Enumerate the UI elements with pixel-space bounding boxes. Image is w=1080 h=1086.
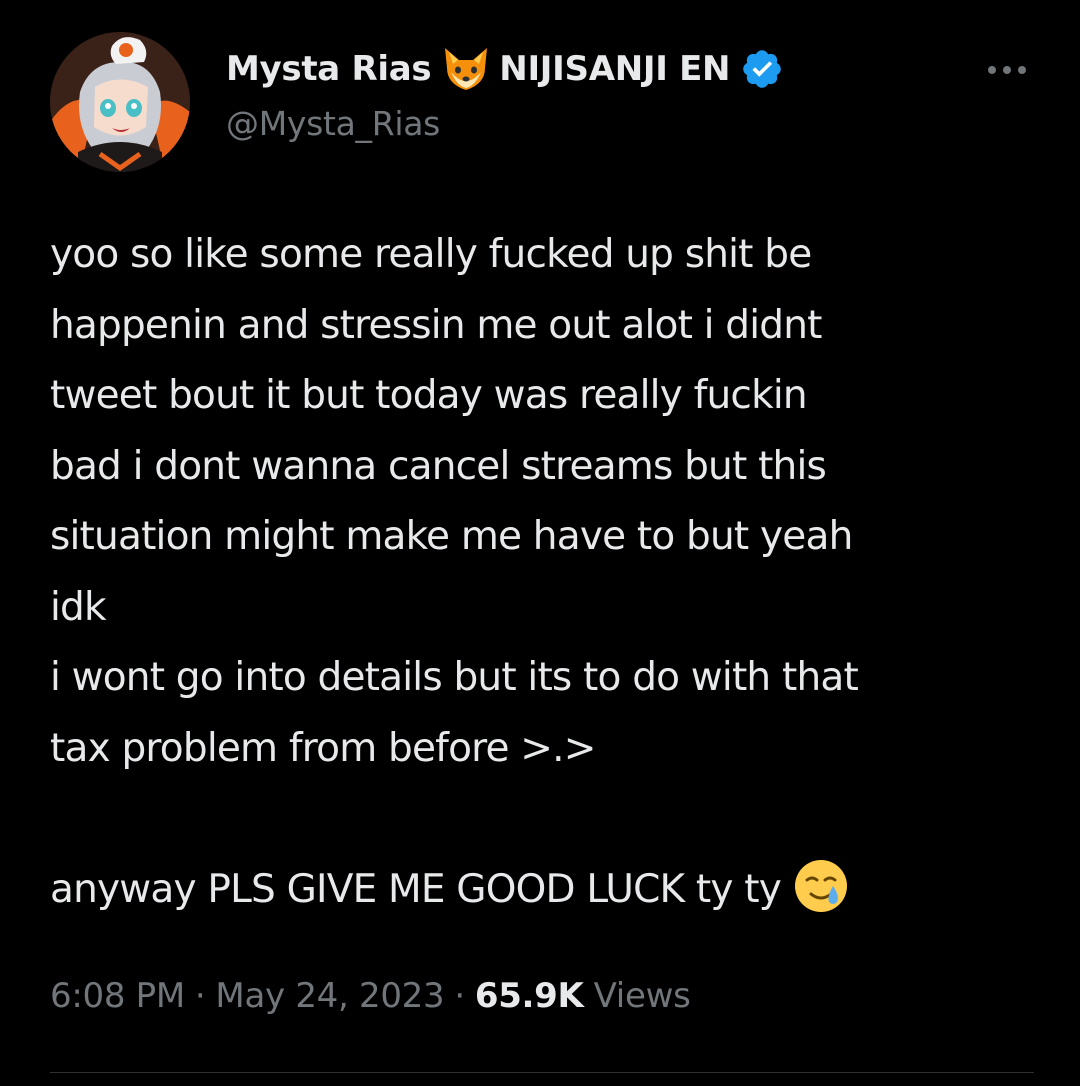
tweet-text-line: situation might make me have to but yeah bbox=[50, 514, 853, 559]
tweet-container: Mysta Rias NIJISANJI EN @Mysta_Rias yoo … bbox=[0, 0, 1080, 1086]
author-affiliation: NIJISANJI EN bbox=[499, 49, 731, 89]
tweet-text-last-line: anyway PLS GIVE ME GOOD LUCK ty ty bbox=[50, 855, 1040, 926]
tweet-text-line: bad i dont wanna cancel streams but this bbox=[50, 443, 827, 489]
tweet-date[interactable]: May 24, 2023 bbox=[215, 976, 444, 1016]
views-label[interactable]: Views bbox=[594, 976, 691, 1016]
tweet-text-line: yoo so like some really fucked up shit b… bbox=[50, 232, 812, 277]
tweet-text: yoo so like some really fucked up shit b… bbox=[50, 220, 1040, 925]
views-count[interactable]: 65.9K bbox=[475, 976, 584, 1016]
author-name-row[interactable]: Mysta Rias NIJISANJI EN bbox=[226, 44, 784, 94]
fox-icon bbox=[441, 46, 491, 92]
divider bbox=[50, 1072, 1034, 1073]
avatar[interactable] bbox=[50, 32, 190, 172]
author-handle[interactable]: @Mysta_Rias bbox=[226, 104, 440, 143]
tweet-meta: 6:08 PM · May 24, 2023 · 65.9K Views bbox=[50, 970, 691, 1022]
tweet-text-line: tax problem from before >.> bbox=[50, 725, 596, 771]
tweet-text-line: tweet bout it but today was really fucki… bbox=[50, 373, 808, 418]
tweet-time[interactable]: 6:08 PM bbox=[50, 976, 185, 1016]
tweet-text-line: idk bbox=[50, 584, 107, 630]
avatar-illustration bbox=[50, 32, 190, 172]
smiling-face-with-tear-icon bbox=[793, 858, 849, 914]
tweet-text-line: happenin and stressin me out alot i didn… bbox=[50, 302, 822, 348]
author-display-name[interactable]: Mysta Rias bbox=[226, 49, 432, 89]
verified-badge-icon[interactable] bbox=[740, 47, 784, 91]
tweet-text-line: anyway PLS GIVE ME GOOD LUCK ty ty bbox=[50, 866, 782, 912]
meta-separator: · bbox=[454, 976, 465, 1016]
meta-separator: · bbox=[194, 976, 206, 1016]
tweet-text-line: i wont go into details but its to do wit… bbox=[50, 655, 859, 700]
more-options-icon[interactable] bbox=[984, 60, 1030, 80]
